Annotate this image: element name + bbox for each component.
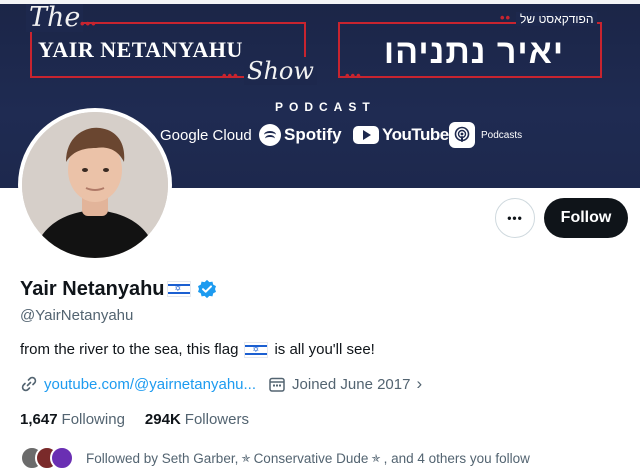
banner-show-word: Show <box>244 57 317 85</box>
youtube-logo: YouTube <box>353 122 449 148</box>
following-label: Following <box>61 411 125 428</box>
banner-hebrew-title: יאיר נתניהו <box>383 33 565 71</box>
israel-flag-icon: ✡ <box>244 341 269 358</box>
apple-podcasts-logo: Podcasts <box>449 122 522 148</box>
profile-bio: from the river to the sea, this flag ✡ i… <box>20 341 375 358</box>
follow-button[interactable]: Follow <box>544 198 628 238</box>
following-count: 1,647 <box>20 411 58 428</box>
display-name: Yair Netanyahu <box>20 277 165 300</box>
display-name-row: Yair Netanyahu ✡ <box>20 276 217 302</box>
profile-website-link[interactable]: youtube.com/@yairnetanyahu... <box>44 376 256 393</box>
calendar-icon <box>269 377 285 392</box>
spotify-label: Spotify <box>284 125 342 144</box>
israel-flag-icon: ✡ <box>166 281 191 297</box>
followers-you-know[interactable]: Followed by Seth Garber, ✯ Conservative … <box>20 446 530 470</box>
podcast-label: PODCAST <box>275 100 376 114</box>
followed-by-text-end: , and 4 others you follow <box>383 450 530 466</box>
following-link[interactable]: 1,647 Following <box>20 411 125 428</box>
link-icon <box>21 376 37 392</box>
mutual-avatar <box>50 446 74 470</box>
banner-hebrew-subtitle: הפודקאסט של <box>516 12 598 26</box>
user-handle: @YairNetanyahu <box>20 307 134 324</box>
banner-the-word: The <box>26 4 84 32</box>
spotify-logo: Spotify <box>259 122 342 148</box>
star-icon: ✯ <box>371 452 381 465</box>
youtube-label: YouTube <box>382 125 449 144</box>
verified-badge-icon[interactable] <box>197 279 217 299</box>
profile-meta: youtube.com/@yairnetanyahu... Joined Jun… <box>20 373 422 395</box>
followers-label: Followers <box>184 411 249 428</box>
mutual-avatars <box>20 446 78 470</box>
more-options-icon: ••• <box>507 211 523 225</box>
podcasts-label: Podcasts <box>481 129 523 141</box>
more-options-button[interactable]: ••• <box>495 198 535 238</box>
decorative-dots: •• <box>500 10 512 25</box>
banner-top-edge <box>0 0 640 4</box>
youtube-play-icon <box>353 126 379 144</box>
decorative-dots: ••• <box>222 68 239 83</box>
google-cloud-label: Google Cloud <box>160 126 252 144</box>
decorative-dots: ••• <box>80 16 97 31</box>
followers-link[interactable]: 294K Followers <box>145 411 249 428</box>
banner-title: YAIR NETANYAHU <box>38 37 243 62</box>
followed-by-text-start: Followed by Seth Garber, <box>86 450 239 466</box>
spotify-icon <box>259 124 281 146</box>
joined-date: Joined June 2017 <box>292 375 411 393</box>
follow-stats: 1,647 Following 294K Followers <box>20 411 249 428</box>
bio-text-end: is all you'll see! <box>274 341 375 358</box>
star-icon: ✯ <box>241 452 251 465</box>
followers-count: 294K <box>144 411 181 428</box>
google-cloud-logo: Google Cloud <box>160 122 252 148</box>
podcasts-icon <box>449 122 475 148</box>
followed-by-text-mid: Conservative Dude <box>253 450 369 466</box>
bio-text-start: from the river to the sea, this flag <box>20 341 239 358</box>
chevron-right-icon[interactable]: › <box>416 374 422 394</box>
avatar[interactable] <box>22 112 168 258</box>
decorative-dots: ••• <box>345 68 362 83</box>
